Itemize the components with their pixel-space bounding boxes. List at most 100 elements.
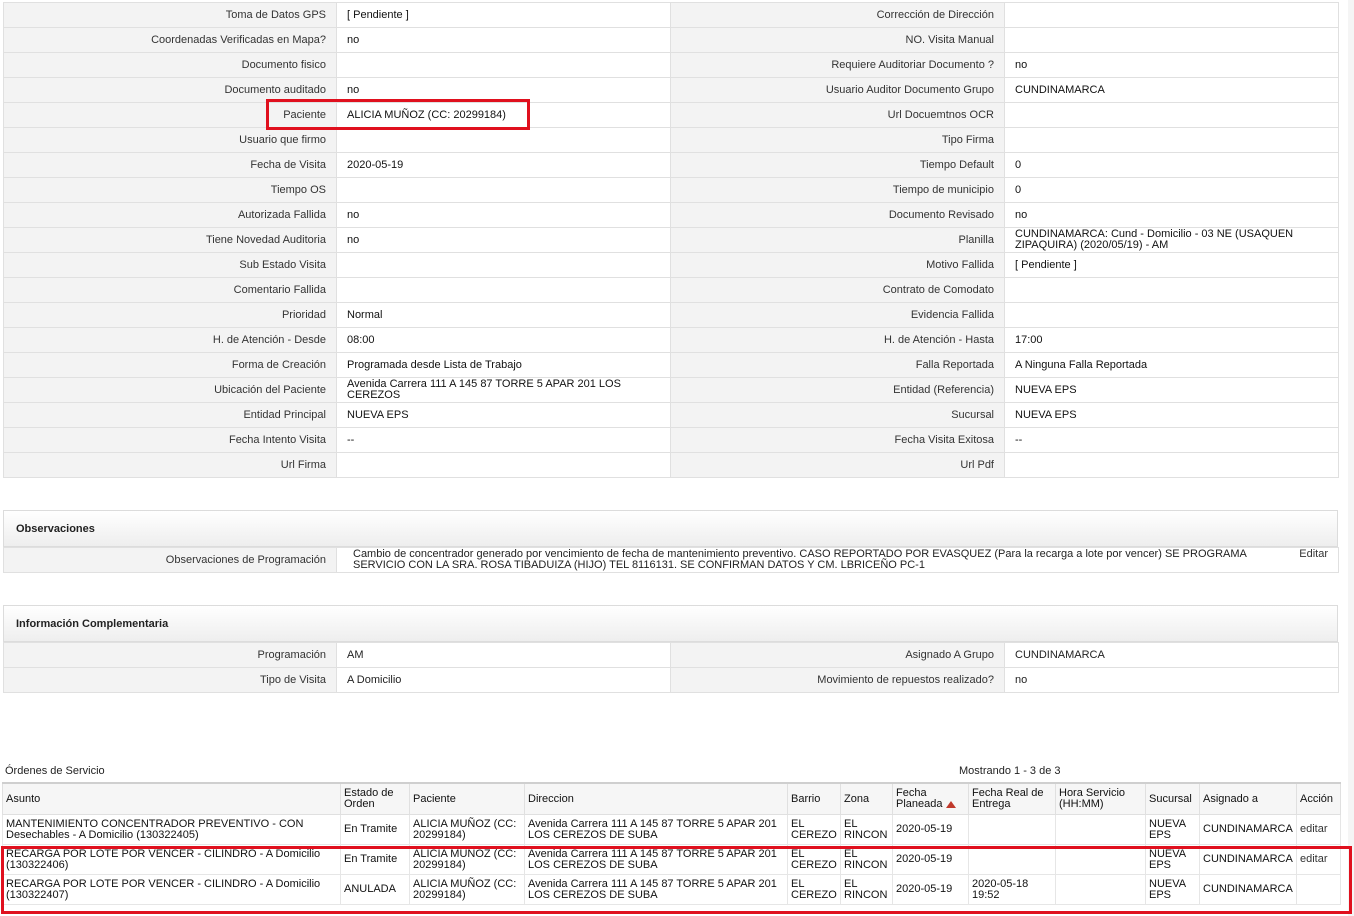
detail-value: A Ninguna Falla Reportada [1004, 352, 1339, 378]
orders-cell: 2020-05-19 [892, 874, 969, 905]
info-section-header: Información Complementaria [3, 605, 1338, 642]
orders-header-label: Sucursal [1149, 792, 1192, 805]
orders-table: Asunto Estado de Orden Paciente Direccion Ba… [2, 782, 1341, 905]
orders-cell: NUEVA EPS [1145, 844, 1200, 875]
orders-header-label: Direccion [528, 792, 574, 805]
detail-value: no [336, 77, 671, 103]
detail-value: 08:00 [336, 327, 671, 353]
orders-cell: 2020-05-18 19:52 [968, 874, 1056, 905]
detail-row: Documento auditado no Usuario Auditor Docu… [3, 77, 1339, 103]
info-table: Programación AM Asignado A Grupo CUNDINAMAR… [3, 642, 1339, 693]
info-value: AM [336, 642, 671, 668]
orders-cell [1055, 814, 1146, 845]
orders-cell: 2020-05-19 [892, 814, 969, 845]
detail-value: -- [1004, 427, 1339, 453]
orders-header-label: Hora Servicio (HH:MM) [1059, 787, 1126, 810]
detail-row: Fecha de Visita 2020-05-19 Tiempo Default 0 [3, 152, 1339, 178]
orders-cell [968, 814, 1056, 845]
detail-value [336, 252, 671, 278]
detail-value: no [336, 27, 671, 53]
detail-value [336, 52, 671, 78]
orders-header-cell[interactable]: Fecha Planeada [892, 782, 969, 815]
table-row: MANTENIMIENTO CONCENTRADOR PREVENTIVO - … [2, 814, 1341, 845]
info-label: Movimiento de repuestos realizado? [670, 667, 1005, 693]
orders-header-cell[interactable]: Paciente [409, 782, 525, 815]
detail-label: H. de Atención - Desde [3, 327, 337, 353]
detail-label: Tipo Firma [670, 127, 1005, 153]
orders-header-cell[interactable]: Zona [840, 782, 893, 815]
detail-label: Url Pdf [670, 452, 1005, 478]
orders-header-cell[interactable]: Estado de Orden [340, 782, 410, 815]
detail-label: Fecha Intento Visita [3, 427, 337, 453]
page-scrollbar[interactable] [1348, 0, 1354, 916]
detail-value: 2020-05-19 [336, 152, 671, 178]
detail-value: CUNDINAMARCA [1004, 77, 1339, 103]
edit-order-link[interactable]: editar [1300, 853, 1328, 865]
detail-value [336, 177, 671, 203]
sort-ascending-icon[interactable] [945, 800, 956, 808]
detail-label: NO. Visita Manual [670, 27, 1005, 53]
orders-cell: NUEVA EPS [1145, 814, 1200, 845]
detail-row: Forma de Creación Programada desde Lista … [3, 352, 1339, 378]
detail-label: Fecha de Visita [3, 152, 337, 178]
detail-label: Entidad (Referencia) [670, 377, 1005, 403]
detail-label: Contrato de Comodato [670, 277, 1005, 303]
orders-title: Órdenes de Servicio [5, 765, 105, 777]
orders-header-cell[interactable]: Hora Servicio (HH:MM) [1055, 782, 1146, 815]
detail-label: H. de Atención - Hasta [670, 327, 1005, 353]
detail-value: NUEVA EPS [1004, 402, 1339, 428]
orders-cell: ALICIA MUÑOZ (CC: 20299184) [409, 814, 525, 845]
detail-value: ALICIA MUÑOZ (CC: 20299184) [336, 102, 671, 128]
detail-value: no [1004, 52, 1339, 78]
observaciones-value: Cambio de concentrador generado por venc… [336, 547, 1339, 573]
detail-label: Tiempo de municipio [670, 177, 1005, 203]
detail-label: Evidencia Fallida [670, 302, 1005, 328]
orders-cell: EL RINCON [840, 814, 893, 845]
orders-cell [968, 844, 1056, 875]
edit-order-link[interactable]: editar [1300, 823, 1328, 835]
orders-header-cell[interactable]: Fecha Real de Entrega [968, 782, 1056, 815]
detail-value: no [336, 202, 671, 228]
detail-value: CUNDINAMARCA: Cund - Domicilio - 03 NE (… [1004, 227, 1339, 253]
orders-cell: RECARGA POR LOTE POR VENCER - CILINDRO -… [2, 844, 341, 875]
orders-cell: CUNDINAMARCA [1199, 844, 1297, 875]
observaciones-edit-link[interactable]: Editar [1299, 549, 1328, 571]
detail-value: [ Pendiente ] [1004, 252, 1339, 278]
orders-header-label: Fecha Planeada [896, 787, 943, 810]
detail-label: Motivo Fallida [670, 252, 1005, 278]
orders-header-cell[interactable]: Asignado a [1199, 782, 1297, 815]
detail-row: Coordenadas Verificadas en Mapa? no NO. Vi… [3, 27, 1339, 53]
orders-cell: EL CEREZO [787, 844, 841, 875]
orders-cell [1055, 844, 1146, 875]
orders-header-cell[interactable]: Sucursal [1145, 782, 1200, 815]
info-label: Programación [3, 642, 337, 668]
orders-header-label: Zona [844, 792, 870, 805]
detail-value [336, 127, 671, 153]
orders-cell: Avenida Carrera 111 A 145 87 TORRE 5 APA… [524, 874, 788, 905]
orders-cell: EL CEREZO [787, 814, 841, 845]
detail-value [1004, 127, 1339, 153]
detail-label: Sucursal [670, 402, 1005, 428]
orders-header-cell[interactable]: Asunto [2, 782, 341, 815]
orders-header-cell[interactable]: Direccion [524, 782, 788, 815]
detail-label: Sub Estado Visita [3, 252, 337, 278]
detail-row: Autorizada Fallida no Documento Revisado no [3, 202, 1339, 228]
visit-details-table: Toma de Datos GPS[ Pendiente ] Corrección… [3, 2, 1339, 478]
detail-value [336, 452, 671, 478]
orders-header-cell[interactable]: Acción [1296, 782, 1341, 815]
observaciones-label: Observaciones de Programación [3, 547, 337, 573]
detail-label: Falla Reportada [670, 352, 1005, 378]
detail-row: Prioridad Normal Evidencia Fallida [3, 302, 1339, 328]
detail-label: Comentario Fallida [3, 277, 337, 303]
orders-header-cell[interactable]: Barrio [787, 782, 841, 815]
observaciones-table: Observaciones de Programación Cambio de … [3, 547, 1339, 573]
detail-value [336, 277, 671, 303]
detail-label: Tiempo Default [670, 152, 1005, 178]
detail-value: no [1004, 202, 1339, 228]
detail-label: Url Docuemtnos OCR [670, 102, 1005, 128]
detail-value: [ Pendiente ] [336, 2, 671, 28]
info-value: CUNDINAMARCA [1004, 642, 1339, 668]
detail-row: Tiene Novedad Auditoria no Planilla CUNDINA… [3, 227, 1339, 253]
detail-value: 17:00 [1004, 327, 1339, 353]
table-row: RECARGA POR LOTE POR VENCER - CILINDRO -… [2, 844, 1341, 875]
